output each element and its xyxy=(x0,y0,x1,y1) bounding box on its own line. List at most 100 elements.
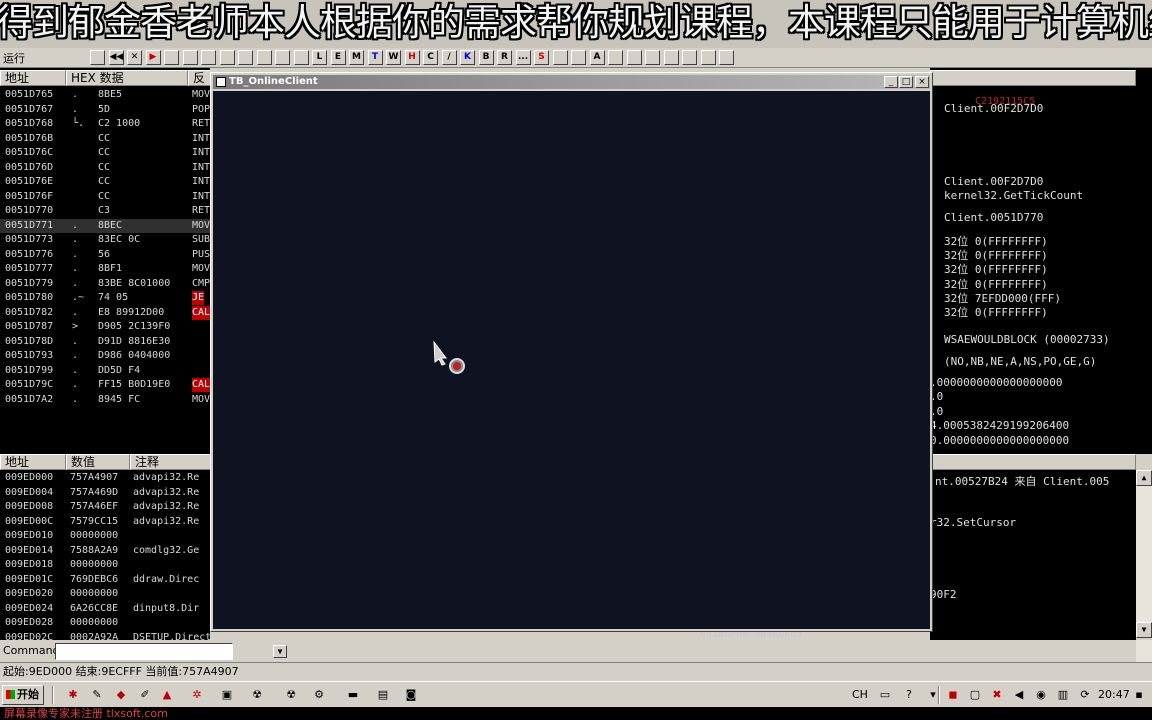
memory-row[interactable]: 009ED00C 7579CC15 advapi32.Re xyxy=(0,515,210,530)
register-line[interactable]: Client.0051D770 xyxy=(944,211,1043,224)
toolbar-button[interactable] xyxy=(201,50,216,65)
disasm-row[interactable]: 0051D777. 8BF1 MOV xyxy=(0,262,210,277)
memory-dump-panel[interactable]: 地址 数值 注释 009ED000 757A4907 advapi32.Re 009E… xyxy=(0,454,210,640)
col-header-asm[interactable]: 反 xyxy=(188,70,210,86)
clock[interactable]: 20:47 xyxy=(1098,688,1130,701)
mem-header-address[interactable]: 地址 xyxy=(0,454,66,470)
gear-icon[interactable]: ⚙ xyxy=(312,688,326,702)
toolbar-button[interactable] xyxy=(663,50,679,65)
disassembly-panel[interactable]: 地址 HEX 数据 反 0051D765. 8BE5 MOV 0051D767. 5D P… xyxy=(0,68,210,454)
register-line[interactable]: 0.0000000000000000000 xyxy=(930,434,1069,447)
tool-icon[interactable]: ✱ xyxy=(66,688,80,702)
register-line[interactable]: kernel32.GetTickCount xyxy=(944,189,1083,202)
toolbar-button[interactable]: S xyxy=(534,50,549,65)
stack-scrollbar[interactable]: ▲ ▼ xyxy=(1136,470,1152,638)
scroll-down-icon[interactable]: ▼ xyxy=(1136,622,1152,638)
disasm-row[interactable]: 0051D787 > D905 2C139F0 xyxy=(0,320,210,335)
disasm-row[interactable]: 0051D76F CC INT xyxy=(0,190,210,205)
register-line[interactable]: WSAEWOULDBLOCK (00002733) xyxy=(944,333,1110,346)
toolbar-button[interactable] xyxy=(719,50,734,65)
registers-scrollbar[interactable] xyxy=(1136,68,1152,454)
toolbar-button[interactable]: / xyxy=(441,50,457,65)
bug-icon[interactable]: ✲ xyxy=(190,688,204,702)
lower-right-scrollbar-end[interactable] xyxy=(1136,640,1152,662)
register-line[interactable]: 32位 0(FFFFFFFF) xyxy=(944,261,1048,277)
register-line[interactable]: Client.00F2D7D0 xyxy=(944,175,1043,188)
shape-icon[interactable]: ▲ xyxy=(160,688,174,702)
disasm-row[interactable]: 0051D782. E8 89912D00 CAL xyxy=(0,305,210,321)
toolbar-button[interactable]: C xyxy=(423,50,438,65)
stack-line-3[interactable]: 90F2 xyxy=(930,588,957,601)
recorder-icon[interactable]: ◙ xyxy=(404,688,418,702)
disasm-row[interactable]: 0051D76D CC INT xyxy=(0,161,210,176)
toolbar-button[interactable] xyxy=(164,50,179,65)
toolbar-button[interactable] xyxy=(90,50,105,65)
memory-row[interactable]: 009ED020 00000000 xyxy=(0,587,210,602)
disasm-row[interactable]: 0051D776. 56 PUS xyxy=(0,248,210,263)
disasm-row[interactable]: 0051D79C. FF15 B0D19E0 CAL xyxy=(0,378,210,393)
toolbar-button[interactable] xyxy=(552,50,568,65)
app-icon[interactable]: ◆ xyxy=(114,688,128,702)
disasm-row[interactable]: 0051D793. D986 0404000 xyxy=(0,349,210,364)
memory-row[interactable]: 009ED01C 769DEBC6 ddraw.Direc xyxy=(0,573,210,588)
col-header-hex[interactable]: HEX 数据 xyxy=(66,70,188,86)
stack-header[interactable] xyxy=(930,454,1136,470)
toolbar-button[interactable] xyxy=(700,50,716,65)
pen-icon[interactable]: ✐ xyxy=(138,688,152,702)
mem-header-value[interactable]: 数值 xyxy=(66,454,130,470)
hazard-icon[interactable]: ☢ xyxy=(250,688,264,702)
stack-line-2[interactable]: r32.SetCursor xyxy=(930,516,1016,529)
col-header-address[interactable]: 地址 xyxy=(0,70,66,86)
toolbar-button[interactable] xyxy=(182,50,198,65)
mem-header-comment[interactable]: 注释 xyxy=(130,454,210,470)
flag-icon[interactable]: ◼ xyxy=(946,688,960,702)
toolbar-button[interactable]: E xyxy=(330,50,346,65)
memory-row[interactable]: 009ED008 757A46EF advapi32.Re xyxy=(0,500,210,515)
memory-row[interactable]: 009ED028 00000000 xyxy=(0,616,210,631)
memory-row[interactable]: 009ED024 6A26CC8E dinput8.Dir xyxy=(0,602,210,617)
disasm-row[interactable]: 0051D768 └. C2 1000 RET xyxy=(0,117,210,132)
toolbar-button[interactable]: K xyxy=(460,50,475,65)
screen-icon[interactable]: ▬ xyxy=(346,688,360,702)
toolbar-button[interactable] xyxy=(256,50,272,65)
toolbar-button[interactable]: H xyxy=(404,50,420,65)
register-line[interactable]: .0000000000000000000 xyxy=(930,376,1062,389)
disasm-row[interactable]: 0051D773. 83EC 0C SUB xyxy=(0,233,210,248)
volume-icon[interactable]: ◀ xyxy=(1012,688,1026,702)
register-line[interactable]: (NO,NB,NE,A,NS,PO,GE,G) xyxy=(944,355,1096,368)
disasm-row[interactable]: 0051D767. 5D POP xyxy=(0,103,210,118)
register-line[interactable]: 4.0005382429199206400 xyxy=(930,419,1069,432)
toolbar-button[interactable]: A xyxy=(589,50,605,65)
toolbar-button[interactable]: ▶ xyxy=(145,50,161,65)
toolbar-button[interactable]: M xyxy=(349,50,364,65)
memory-row[interactable]: 009ED004 757A469D advapi32.Re xyxy=(0,486,210,501)
disasm-row[interactable]: 0051D7A2. 8945 FC MOV xyxy=(0,393,210,408)
toolbar-button[interactable] xyxy=(275,50,290,65)
start-button[interactable]: 开始 xyxy=(2,685,44,705)
memory-row[interactable]: 009ED000 757A4907 advapi32.Re xyxy=(0,471,210,486)
disasm-row[interactable]: 0051D765. 8BE5 MOV xyxy=(0,88,210,103)
toolbar-button[interactable] xyxy=(645,50,660,65)
toolbar-button[interactable] xyxy=(571,50,586,65)
toolbar-button[interactable] xyxy=(608,50,623,65)
toolbar-button[interactable]: ✕ xyxy=(127,50,142,65)
memory-row[interactable]: 009ED010 00000000 xyxy=(0,529,210,544)
display-icon[interactable]: ▥ xyxy=(1056,688,1070,702)
registers-header[interactable] xyxy=(930,70,1136,86)
disasm-row[interactable]: 0051D78D. D91D 8816E30 xyxy=(0,335,210,350)
disasm-row[interactable]: 0051D76C CC INT xyxy=(0,146,210,161)
window-titlebar[interactable]: TB_OnlineClient _ □ × xyxy=(213,75,930,89)
toolbar-button[interactable] xyxy=(293,50,309,65)
window-icon-tray[interactable]: ▢ xyxy=(968,688,982,702)
toolbar-button[interactable]: T xyxy=(367,50,383,65)
camera-icon[interactable]: ▣ xyxy=(220,688,234,702)
disasm-row[interactable]: 0051D76B CC INT xyxy=(0,132,210,147)
disasm-row[interactable]: 0051D780 .~ 74 05 JE xyxy=(0,291,210,306)
security-icon[interactable]: ◉ xyxy=(1034,688,1048,702)
toolbar-button[interactable]: ... xyxy=(515,50,531,65)
disasm-row[interactable]: 0051D770 C3 RET xyxy=(0,204,210,219)
input-language[interactable]: CH xyxy=(852,688,868,701)
toolbar-button[interactable] xyxy=(238,50,253,65)
disasm-row[interactable]: 0051D76E CC INT xyxy=(0,175,210,190)
toolbar-button[interactable]: B xyxy=(478,50,494,65)
